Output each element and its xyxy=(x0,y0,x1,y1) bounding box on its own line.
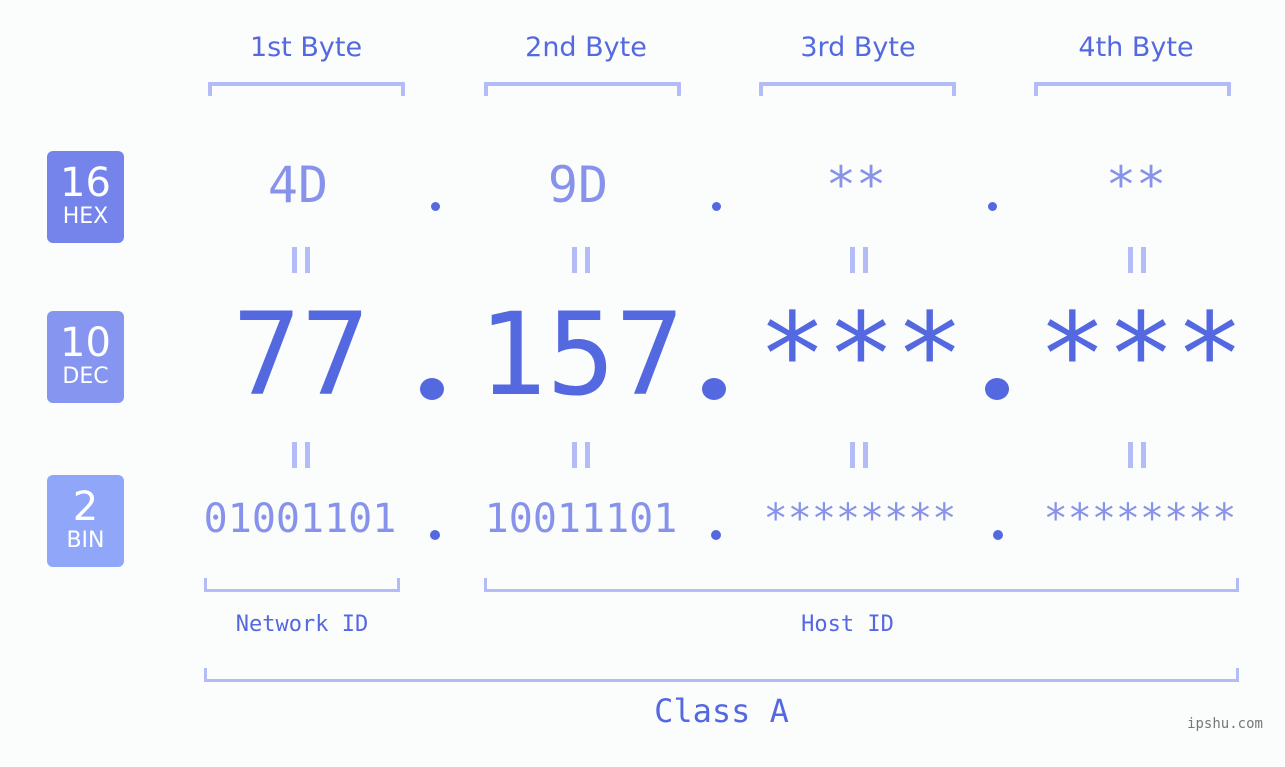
class-label: Class A xyxy=(654,692,789,730)
bin-byte-1: 01001101 xyxy=(203,496,397,542)
dec-separator-2 xyxy=(702,378,726,400)
dec-byte-3: *** xyxy=(758,288,964,421)
hex-separator-1 xyxy=(431,202,440,211)
dec-separator-1 xyxy=(420,378,444,400)
network-id-bracket xyxy=(204,578,400,592)
dec-badge: 10 DEC xyxy=(47,311,124,403)
bin-name: BIN xyxy=(66,528,105,553)
bin-byte-4: ******** xyxy=(1043,496,1237,542)
hex-base: 16 xyxy=(60,160,111,206)
class-bracket xyxy=(204,668,1239,682)
byte-bracket-3 xyxy=(759,82,956,96)
hex-byte-2: 9D xyxy=(547,156,609,214)
dec-name: DEC xyxy=(62,364,109,389)
bin-base: 2 xyxy=(72,484,99,530)
dec-base: 10 xyxy=(60,320,111,366)
byte-label-4: 4th Byte xyxy=(1078,32,1194,63)
dec-separator-3 xyxy=(985,378,1009,400)
byte-bracket-2 xyxy=(484,82,681,96)
bin-badge: 2 BIN xyxy=(47,475,124,567)
equals-icon xyxy=(850,442,868,468)
bin-separator-2 xyxy=(711,530,721,540)
bin-byte-2: 10011101 xyxy=(484,496,678,542)
equals-icon xyxy=(292,247,310,273)
byte-bracket-4 xyxy=(1034,82,1231,96)
bin-byte-3: ******** xyxy=(763,496,957,542)
equals-icon xyxy=(572,247,590,273)
network-id-label: Network ID xyxy=(235,612,369,637)
byte-label-1: 1st Byte xyxy=(249,32,363,63)
hex-name: HEX xyxy=(62,204,109,229)
equals-icon xyxy=(292,442,310,468)
byte-label-3: 3rd Byte xyxy=(800,32,916,63)
byte-bracket-1 xyxy=(208,82,405,96)
hex-badge: 16 HEX xyxy=(47,151,124,243)
bin-separator-1 xyxy=(430,530,440,540)
dec-byte-1: 77 xyxy=(232,288,370,421)
equals-icon xyxy=(572,442,590,468)
host-id-label: Host ID xyxy=(801,612,894,637)
bin-separator-3 xyxy=(993,530,1003,540)
hex-byte-1: 4D xyxy=(267,156,329,214)
equals-icon xyxy=(850,247,868,273)
dec-byte-4: *** xyxy=(1038,288,1244,421)
hex-separator-3 xyxy=(988,202,997,211)
byte-label-2: 2nd Byte xyxy=(525,32,647,63)
hex-separator-2 xyxy=(712,202,721,211)
watermark: ipshu.com xyxy=(1187,716,1263,732)
hex-byte-3: ** xyxy=(825,156,887,214)
host-id-bracket xyxy=(484,578,1239,592)
hex-byte-4: ** xyxy=(1105,156,1167,214)
equals-icon xyxy=(1128,247,1146,273)
dec-byte-2: 157 xyxy=(478,288,684,421)
equals-icon xyxy=(1128,442,1146,468)
